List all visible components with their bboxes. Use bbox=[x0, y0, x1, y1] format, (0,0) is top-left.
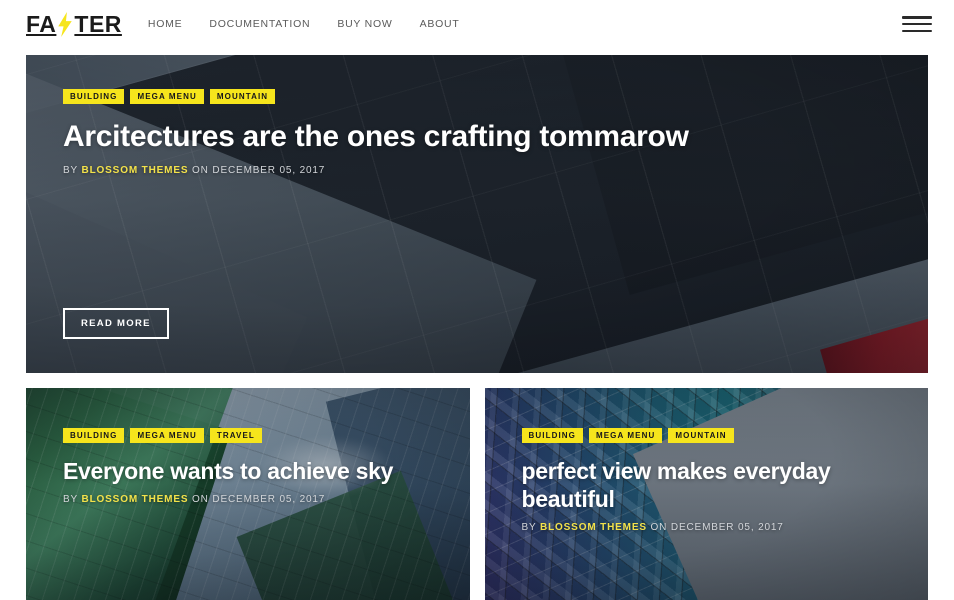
hero-tag-mountain[interactable]: MOUNTAIN bbox=[209, 89, 276, 104]
card1-tag-mega-menu[interactable]: MEGA MENU bbox=[130, 428, 204, 443]
card1-post-title[interactable]: Everyone wants to achieve sky bbox=[63, 457, 433, 485]
card1-body: BUILDING MEGA MENU TRAVEL Everyone wants… bbox=[26, 388, 470, 505]
card1-byline-on: ON bbox=[192, 494, 209, 506]
hero-byline: BY BLOSSOM THEMES ON DECEMBER 05, 2017 bbox=[63, 165, 928, 176]
hamburger-bar-2 bbox=[902, 22, 932, 26]
card1-tag-building[interactable]: BUILDING bbox=[63, 428, 125, 443]
card2-byline-on: ON bbox=[650, 522, 668, 534]
card1-tag-list: BUILDING MEGA MENU TRAVEL bbox=[63, 428, 470, 443]
main-content: BUILDING MEGA MENU MOUNTAIN Arcitectures… bbox=[0, 55, 954, 600]
card2-byline-by: BY bbox=[521, 522, 537, 534]
nav-item-buy-now[interactable]: BUY NOW bbox=[337, 18, 392, 30]
logo-text-suffix: TER bbox=[74, 10, 122, 37]
card2-byline-date: DECEMBER 05, 2017 bbox=[670, 522, 784, 534]
hamburger-bar-1 bbox=[902, 16, 932, 19]
hero-body: BUILDING MEGA MENU MOUNTAIN Arcitectures… bbox=[26, 55, 928, 373]
nav-item-documentation[interactable]: DOCUMENTATION bbox=[209, 18, 310, 30]
card2-body: BUILDING MEGA MENU MOUNTAIN perfect view… bbox=[485, 388, 929, 533]
card2-tag-building[interactable]: BUILDING bbox=[521, 428, 583, 443]
card1-byline: BY BLOSSOM THEMES ON DECEMBER 05, 2017 bbox=[63, 494, 470, 505]
hero-byline-author[interactable]: BLOSSOM THEMES bbox=[82, 165, 189, 176]
hero-byline-by: BY bbox=[63, 164, 78, 176]
post-card-grid: BUILDING MEGA MENU TRAVEL Everyone wants… bbox=[26, 388, 928, 600]
read-more-button[interactable]: READ MORE bbox=[63, 307, 169, 339]
hero-tag-mega-menu[interactable]: MEGA MENU bbox=[130, 89, 204, 104]
nav-item-about[interactable]: ABOUT bbox=[420, 18, 460, 30]
card2-post-title[interactable]: perfect view makes everyday beautiful bbox=[522, 457, 892, 513]
card1-byline-date: DECEMBER 05, 2017 bbox=[212, 494, 326, 506]
card2-tag-mountain[interactable]: MOUNTAIN bbox=[668, 428, 734, 443]
card2-byline: BY BLOSSOM THEMES ON DECEMBER 05, 2017 bbox=[522, 522, 929, 533]
lightning-bolt-icon bbox=[57, 11, 73, 37]
nav-item-home[interactable]: HOME bbox=[148, 18, 183, 30]
hamburger-bar-3 bbox=[902, 29, 932, 32]
hero-featured-post[interactable]: BUILDING MEGA MENU MOUNTAIN Arcitectures… bbox=[26, 55, 928, 373]
card2-byline-author[interactable]: BLOSSOM THEMES bbox=[540, 522, 647, 533]
hero-byline-on: ON bbox=[192, 164, 209, 176]
logo-text-prefix: FA bbox=[26, 10, 57, 37]
site-header: FA TER HOME DOCUMENTATION BUY NOW ABOUT bbox=[0, 0, 954, 48]
site-logo[interactable]: FA TER bbox=[26, 10, 122, 37]
hero-tag-building[interactable]: BUILDING bbox=[63, 89, 125, 104]
card1-byline-by: BY bbox=[63, 494, 78, 506]
hero-post-title[interactable]: Arcitectures are the ones crafting tomma… bbox=[63, 120, 928, 155]
card1-byline-author[interactable]: BLOSSOM THEMES bbox=[82, 494, 189, 505]
post-card-perfect-view-makes-everyday-beautiful[interactable]: BUILDING MEGA MENU MOUNTAIN perfect view… bbox=[484, 388, 929, 600]
card1-tag-travel[interactable]: TRAVEL bbox=[209, 428, 262, 443]
hamburger-menu-icon[interactable] bbox=[902, 13, 932, 35]
hero-byline-date: DECEMBER 05, 2017 bbox=[212, 164, 326, 176]
card2-tag-mega-menu[interactable]: MEGA MENU bbox=[588, 428, 663, 443]
post-card-everyone-wants-to-achieve-sky[interactable]: BUILDING MEGA MENU TRAVEL Everyone wants… bbox=[26, 388, 470, 600]
hero-tag-list: BUILDING MEGA MENU MOUNTAIN bbox=[63, 89, 928, 104]
card2-tag-list: BUILDING MEGA MENU MOUNTAIN bbox=[521, 428, 929, 443]
main-navigation: HOME DOCUMENTATION BUY NOW ABOUT bbox=[148, 18, 460, 30]
